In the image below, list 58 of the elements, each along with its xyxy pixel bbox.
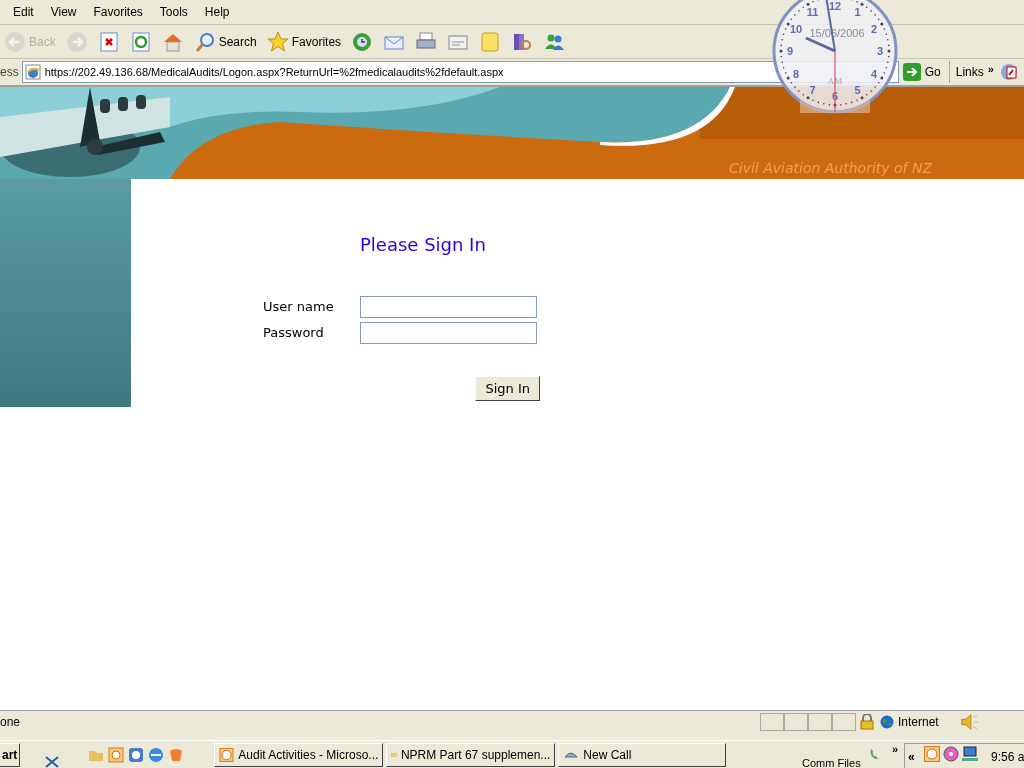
calendar-icon <box>219 746 235 763</box>
clock-numeral: 1 <box>854 6 861 18</box>
banner-caption: Civil Aviation Authority of NZ <box>729 161 933 175</box>
address-label: ess <box>0 64 20 81</box>
taskbar-button[interactable]: New Call <box>558 742 727 767</box>
menu-item[interactable]: Favorites <box>93 3 143 21</box>
back-icon <box>4 30 26 53</box>
app-icon[interactable] <box>128 746 145 763</box>
page-icon <box>24 64 41 80</box>
chevron[interactable]: « <box>908 751 915 763</box>
menu-item[interactable]: View <box>50 3 77 21</box>
clock-numeral: 12 <box>828 0 842 12</box>
input-field[interactable] <box>360 296 537 318</box>
form-title: Please Sign In <box>360 233 487 257</box>
menu-item[interactable]: Tools <box>159 3 188 21</box>
search-icon <box>193 30 216 53</box>
globe-icon <box>880 714 894 729</box>
sign-in-button[interactable]: Sign In <box>475 376 540 401</box>
stop-icon <box>97 30 120 53</box>
speaker-icon[interactable] <box>958 711 979 732</box>
taskbar-button[interactable]: NPRM Part 67 supplemen... <box>386 742 556 767</box>
toolbar-label: Comm Files <box>802 758 861 768</box>
clock-time: 9:56 a <box>991 749 1024 766</box>
favorites-button[interactable]: Favorites <box>264 27 344 56</box>
lock-icon <box>860 713 874 730</box>
history-icon <box>351 30 374 53</box>
clock-numeral: 2 <box>870 22 878 35</box>
clock-numeral: 4 <box>870 67 878 80</box>
refresh-icon <box>129 30 152 53</box>
chevron[interactable]: » <box>987 60 994 78</box>
start-button[interactable]: art <box>0 742 21 767</box>
zone-label: Internet <box>898 713 939 731</box>
disc-icon[interactable] <box>943 746 959 762</box>
chevron[interactable]: » <box>892 741 899 758</box>
computer-icon[interactable] <box>962 746 978 762</box>
menu-item[interactable]: Edit <box>13 3 34 21</box>
clock-numeral: 8 <box>792 67 800 80</box>
field-label: Password <box>263 324 325 343</box>
note-icon <box>479 30 502 53</box>
star-icon <box>266 30 289 53</box>
status-text: one <box>0 713 22 731</box>
input-field[interactable] <box>360 322 537 344</box>
clock-numeral: 5 <box>854 84 861 96</box>
forward-icon <box>65 30 88 53</box>
clock-numeral: 11 <box>806 6 819 18</box>
clock-icon[interactable] <box>924 746 940 762</box>
clock-numeral: 9 <box>786 45 794 57</box>
calendar-icon[interactable] <box>108 746 125 763</box>
document-icon[interactable] <box>999 63 1018 81</box>
clock-numeral: 3 <box>876 45 884 57</box>
clock-numeral: 7 <box>809 84 816 96</box>
clock-numeral: 10 <box>789 22 803 35</box>
links-button[interactable]: Links <box>955 63 984 81</box>
field-label: User name <box>263 298 335 317</box>
search-button[interactable]: Search <box>191 27 259 56</box>
go-button[interactable]: Go <box>898 61 949 83</box>
menu-item[interactable]: Help <box>204 3 230 21</box>
taskbar-button[interactable]: Audit Activities - Microso... <box>214 742 384 767</box>
